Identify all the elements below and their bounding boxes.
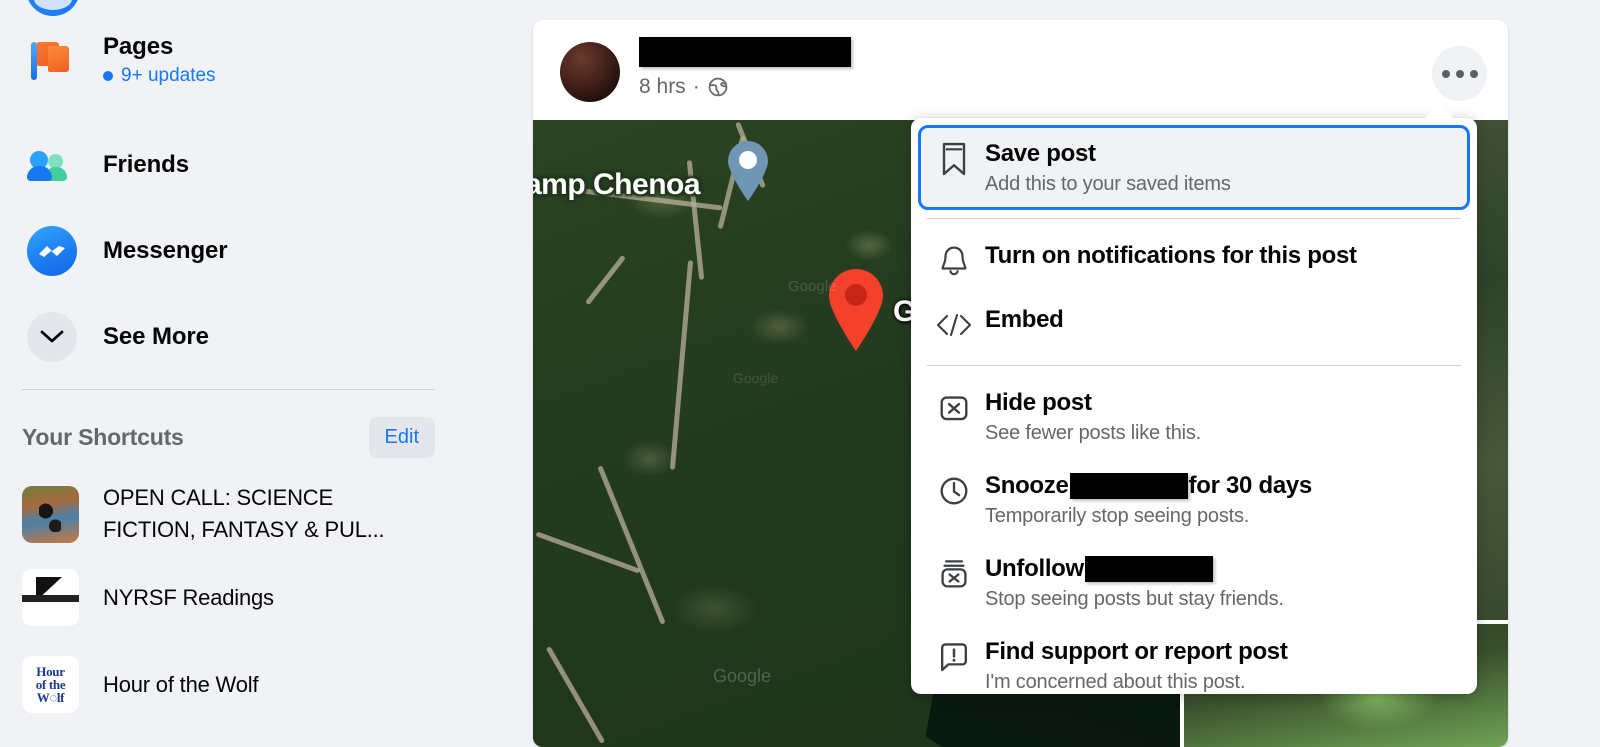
left-sidebar: Pages 9+ updates Friends (0, 0, 533, 747)
bookmark-icon (929, 138, 979, 178)
menu-item-title: Hide post (985, 388, 1201, 418)
post-timestamp[interactable]: 8 hrs (639, 75, 686, 99)
map-place-label: amp Chenoa (533, 168, 700, 202)
bike-photo-thumbnail (22, 486, 79, 543)
globe-icon (707, 76, 729, 98)
unread-dot-icon (103, 71, 113, 81)
sidebar-item-see-more[interactable]: See More (22, 307, 442, 367)
menu-item-hide-post[interactable]: Hide post See fewer posts like this. (919, 375, 1469, 458)
friends-icon (22, 135, 82, 195)
avatar[interactable] (560, 42, 620, 102)
menu-item-title: Find support or report post (985, 637, 1288, 667)
menu-item-title: Turn on notifications for this post (985, 241, 1357, 271)
sidebar-item-pages[interactable]: Pages 9+ updates (22, 30, 442, 90)
map-google-watermark: Google (713, 666, 771, 687)
chevron-down-glyph (40, 330, 64, 344)
ellipsis-dot (1470, 70, 1478, 78)
pages-updates-badge: 9+ updates (103, 64, 216, 88)
menu-item-subtitle: Temporarily stop seeing posts. (985, 503, 1312, 529)
app-root: Pages 9+ updates Friends (0, 0, 1600, 747)
bell-icon (929, 240, 979, 280)
post-options-button[interactable] (1432, 46, 1487, 101)
dropdown-caret (1424, 103, 1454, 119)
shortcut-item-hour-of-the-wolf[interactable]: Hourof theW◌lf Hour of the Wolf (22, 656, 452, 713)
shortcut-item-open-call[interactable]: OPEN CALL: SCIENCE FICTION, FANTASY & PU… (22, 482, 452, 546)
menu-item-snooze[interactable]: Snooze for 30 days Temporarily stop seein… (919, 458, 1469, 541)
sidebar-item-label: Pages (103, 32, 216, 62)
menu-item-title: Embed (985, 305, 1064, 335)
sidebar-item-label: Messenger (103, 236, 228, 266)
clock-icon (929, 470, 979, 510)
shortcuts-title: Your Shortcuts (22, 424, 184, 451)
nyrsf-logo-thumbnail (22, 569, 79, 626)
code-icon (929, 304, 979, 344)
menu-item-embed[interactable]: Embed (919, 292, 1469, 356)
menu-item-subtitle: I'm concerned about this post. (985, 669, 1288, 695)
menu-item-title: Save post (985, 139, 1231, 169)
menu-item-unfollow[interactable]: Unfollow Stop seeing posts but stay frie… (919, 541, 1469, 624)
post-options-dropdown: Save post Add this to your saved items T… (911, 118, 1477, 694)
groups-icon-partial (26, 0, 80, 16)
ellipsis-dot (1456, 70, 1464, 78)
bookmark-glyph (939, 141, 969, 177)
shortcuts-header: Your Shortcuts Edit (22, 416, 435, 458)
menu-divider (927, 218, 1461, 219)
menu-item-subtitle: See fewer posts like this. (985, 420, 1201, 446)
sidebar-item-label: Friends (103, 150, 189, 180)
menu-item-find-support-or-report[interactable]: Find support or report post I'm concerne… (919, 624, 1469, 707)
messenger-icon (22, 221, 82, 281)
menu-item-subtitle: Stop seeing posts but stay friends. (985, 586, 1284, 612)
snooze-name-redacted (1070, 473, 1188, 499)
sidebar-item-messenger[interactable]: Messenger (22, 221, 442, 281)
snooze-title-after: for 30 days (1189, 471, 1312, 501)
shortcut-label: OPEN CALL: SCIENCE FICTION, FANTASY & PU… (79, 482, 419, 546)
menu-item-title: Snooze for 30 days (985, 471, 1312, 501)
map-pin-blue[interactable] (725, 140, 771, 202)
menu-item-title: Unfollow (985, 554, 1284, 584)
author-name-redacted (639, 37, 851, 67)
map-google-watermark-small: Google (733, 370, 778, 386)
meta-separator: · (693, 75, 700, 99)
post-meta: 8 hrs · (639, 75, 729, 99)
unfollow-icon (929, 553, 979, 593)
unfollow-title-before: Unfollow (985, 554, 1084, 584)
hour-of-the-wolf-logo-thumbnail: Hourof theW◌lf (22, 656, 79, 713)
unfollow-glyph (938, 557, 970, 591)
unfollow-name-redacted (1085, 556, 1213, 582)
chevron-down-icon (22, 307, 82, 367)
clock-glyph (938, 475, 970, 507)
sidebar-item-friends[interactable]: Friends (22, 135, 442, 195)
hide-x-icon (929, 387, 979, 427)
pages-flag-icon (22, 30, 82, 90)
sidebar-item-label: See More (103, 322, 209, 352)
menu-item-save-post[interactable]: Save post Add this to your saved items (919, 126, 1469, 209)
map-google-watermark-small: Google (788, 278, 836, 295)
messenger-bolt-glyph (38, 243, 66, 259)
shortcuts-edit-button[interactable]: Edit (369, 417, 435, 458)
shortcut-label: Hour of the Wolf (79, 669, 258, 701)
shortcut-label: NYRSF Readings (79, 582, 274, 614)
menu-item-subtitle: Add this to your saved items (985, 171, 1231, 197)
ellipsis-dot (1442, 70, 1450, 78)
hide-x-glyph (938, 392, 970, 424)
sidebar-divider (22, 389, 435, 390)
post-header: 8 hrs · (533, 20, 1508, 120)
code-glyph (935, 312, 973, 338)
bell-glyph (938, 244, 970, 278)
report-glyph (938, 641, 970, 673)
menu-item-turn-on-notifications[interactable]: Turn on notifications for this post (919, 228, 1469, 292)
shortcut-item-nyrsf-readings[interactable]: NYRSF Readings (22, 569, 452, 626)
pages-updates-label: 9+ updates (121, 64, 216, 88)
report-icon (929, 636, 979, 676)
menu-divider (927, 365, 1461, 366)
snooze-title-before: Snooze (985, 471, 1069, 501)
